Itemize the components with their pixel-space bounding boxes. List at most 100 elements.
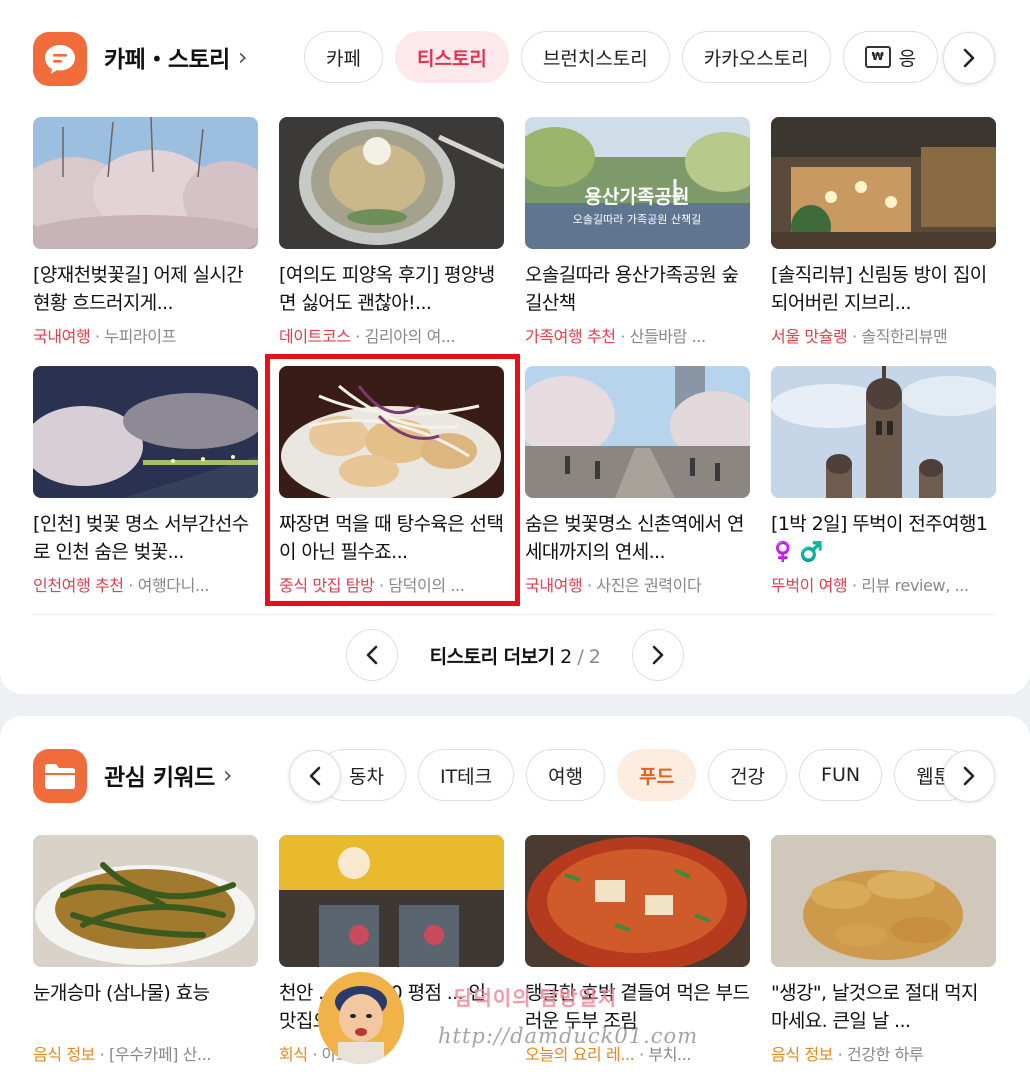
keyword-title: 천안 ... 스트 10 평점 ... 인 맛집으... xyxy=(279,982,486,1032)
pager-total: 2 xyxy=(588,645,601,668)
tabs-next-button[interactable] xyxy=(943,32,995,84)
keyword-source: 아보자 xyxy=(321,1045,365,1064)
tab-more[interactable]: ₩ 응 xyxy=(842,31,939,83)
pager-current: 2 xyxy=(560,645,572,668)
story-card[interactable]: [1박 2일] 뚜벅이 전주여행1 ♀️ ♂️ 뚜벅이 여행 · 리뷰 revi… xyxy=(771,366,996,596)
thumbnail-cafe-interior xyxy=(771,117,996,249)
story-meta: 가족여행 추천 · 산들바람 ... xyxy=(525,327,706,346)
story-category: 데이트코스 xyxy=(279,327,351,346)
keyword-title: 탱글한 호박 곁들여 먹은 부드러운 두부 조림 xyxy=(525,982,750,1032)
keyword-category: 음식 정보 xyxy=(771,1045,833,1064)
tab-cafe[interactable]: 카페 xyxy=(304,31,383,83)
keyword-meta: 회식 · 아보자 xyxy=(279,1045,365,1064)
thumbnail-namul-dish xyxy=(33,835,258,967)
story-card[interactable]: 용산가족공원 오솔길따라 가족공원 산책길 오솔길따라 용산가족공원 숲길산책 … xyxy=(525,117,750,347)
chevron-left-icon xyxy=(366,645,377,665)
story-title: 오솔길따라 용산가족공원 숲길산책 xyxy=(525,264,739,314)
tab-bar: 카페 티스토리 브런치스토리 카카오스토리 ₩ 응 xyxy=(304,31,964,87)
tab-more-label: 응 xyxy=(898,47,917,70)
story-title: [솔직리뷰] 신림동 방이 집이 되어버린 지브리... xyxy=(771,264,987,314)
pager-more-text: 티스토리 더보기 xyxy=(429,645,555,668)
pager-next-button[interactable] xyxy=(632,629,685,681)
tab-it-tech[interactable]: IT테크 xyxy=(417,749,515,801)
keyword-title: 눈개승마 (삼나물) 효능 xyxy=(33,982,210,1004)
story-meta: 데이트코스 · 김리아의 여... xyxy=(279,327,456,346)
pager-separator: / xyxy=(577,645,584,668)
pager: 티스토리 더보기 2 / 2 xyxy=(0,629,1030,681)
chevron-right-icon xyxy=(963,48,975,68)
chevron-left-icon xyxy=(309,766,321,786)
keyword-title: "생강", 날것으로 절대 먹지 마세요. 큰일 날 ... xyxy=(771,982,978,1032)
story-category: 서울 맛슐랭 xyxy=(771,327,848,346)
keyword-category: 오늘의 요리 레... xyxy=(525,1045,635,1064)
story-source: 김리아의 여... xyxy=(364,327,456,346)
story-card[interactable]: [양재천벚꽃길] 어제 실시간 현황 흐드러지게... 국내여행 · 누피라이프 xyxy=(33,117,258,347)
thumbnail-cathedral xyxy=(771,366,996,498)
chevron-right-icon xyxy=(963,766,975,786)
keyword-tab-bar: 동차 IT테크 여행 푸드 건강 FUN 웹툰 xyxy=(318,749,958,805)
story-source: 여행다니... xyxy=(137,576,210,595)
story-card[interactable]: [인천] 벚꽃 명소 서부간선수로 인천 숨은 벚꽃... 인천여행 추천 · … xyxy=(33,366,258,596)
keyword-source: 부치... xyxy=(648,1045,692,1064)
section-title-interest-keyword[interactable]: 관심 키워드 › xyxy=(104,758,232,792)
divider xyxy=(33,614,995,615)
keyword-tabs-prev-button[interactable] xyxy=(289,750,341,802)
story-card[interactable]: [여의도 피양옥 후기] 평양냉면 싫어도 괜찮아!... 데이트코스 · 김리… xyxy=(279,117,504,347)
story-meta: 서울 맛슐랭 · 솔직한리뷰맨 xyxy=(771,327,948,346)
story-category: 국내여행 xyxy=(525,576,583,595)
svg-text:오솔길따라 가족공원 산책길: 오솔길따라 가족공원 산책길 xyxy=(573,213,701,226)
tab-health[interactable]: 건강 xyxy=(708,749,788,801)
thumbnail-family-park: 용산가족공원 오솔길따라 가족공원 산책길 xyxy=(525,117,750,249)
story-source: 사진은 권력이다 xyxy=(596,576,702,595)
chevron-right-icon: › xyxy=(237,43,248,71)
story-card[interactable]: 숨은 벚꽃명소 신촌역에서 연세대까지의 연세... 국내여행 · 사진은 권력… xyxy=(525,366,750,596)
story-meta: 국내여행 · 사진은 권력이다 xyxy=(525,576,702,595)
story-category: 국내여행 xyxy=(33,327,91,346)
keyword-tabs-next-button[interactable] xyxy=(943,750,995,802)
keyword-card[interactable]: "생강", 날것으로 절대 먹지 마세요. 큰일 날 ... 음식 정보 · 건… xyxy=(771,835,996,1065)
thumbnail-cold-noodles xyxy=(279,117,504,249)
chat-bubble-icon xyxy=(33,32,87,86)
section-title-text: 관심 키워드 xyxy=(104,765,215,791)
story-source: 누피라이프 xyxy=(104,327,176,346)
keyword-card[interactable]: 천안 ... 스트 10 평점 ... 인 맛집으... 회식 · 아보자 xyxy=(279,835,504,1065)
tab-brunch-story[interactable]: 브런치스토리 xyxy=(520,31,670,83)
keyword-category: 음식 정보 xyxy=(33,1045,95,1064)
story-meta: 뚜벅이 여행 · 리뷰 review, ... xyxy=(771,576,969,595)
keyword-source: 건강한 하루 xyxy=(847,1045,924,1064)
folder-icon xyxy=(33,749,87,803)
thumbnail-restaurant-front xyxy=(279,835,504,967)
story-title: [1박 2일] 뚜벅이 전주여행1 ♀️ ♂️ xyxy=(771,513,988,563)
tab-travel[interactable]: 여행 xyxy=(526,749,606,801)
tab-tistory[interactable]: 티스토리 xyxy=(394,31,509,83)
story-title: [양재천벚꽃길] 어제 실시간 현황 흐드러지게... xyxy=(33,264,244,314)
chevron-right-icon: › xyxy=(222,761,233,789)
story-category: 가족여행 추천 xyxy=(525,327,616,346)
tab-food[interactable]: 푸드 xyxy=(617,749,697,801)
tab-kakao-story[interactable]: 카카오스토리 xyxy=(681,31,831,83)
keyword-card[interactable]: 눈개승마 (삼나물) 효능 음식 정보 · [우수카페] 산... xyxy=(33,835,258,1065)
svg-text:용산가족공원: 용산가족공원 xyxy=(585,186,690,208)
story-category: 인천여행 추천 xyxy=(33,576,124,595)
keyword-card[interactable]: 탱글한 호박 곁들여 먹은 부드러운 두부 조림 오늘의 요리 레... · 부… xyxy=(525,835,750,1065)
story-card[interactable]: [솔직리뷰] 신림동 방이 집이 되어버린 지브리... 서울 맛슐랭 · 솔직… xyxy=(771,117,996,347)
story-meta: 인천여행 추천 · 여행다니... xyxy=(33,576,210,595)
story-title: [인천] 벚꽃 명소 서부간선수로 인천 숨은 벚꽃... xyxy=(33,513,249,563)
pager-prev-button[interactable] xyxy=(345,629,398,681)
tab-fun[interactable]: FUN xyxy=(799,749,883,801)
keyword-meta: 오늘의 요리 레... · 부치... xyxy=(525,1045,692,1064)
pager-label[interactable]: 티스토리 더보기 2 / 2 xyxy=(430,642,601,669)
story-meta: 국내여행 · 누피라이프 xyxy=(33,327,176,346)
keyword-meta: 음식 정보 · 건강한 하루 xyxy=(771,1045,924,1064)
thumbnail-cherry-blossom-trees xyxy=(33,117,258,249)
story-source: 리뷰 review, ... xyxy=(861,576,969,595)
story-title: [여의도 피양옥 후기] 평양냉면 싫어도 괜찮아!... xyxy=(279,264,495,314)
thumbnail-night-blossom xyxy=(33,366,258,498)
thumbnail-braised-tofu xyxy=(525,835,750,967)
section-title-text: 카페・스토리 xyxy=(104,47,230,73)
thumbnail-sinchon-street xyxy=(525,366,750,498)
news-icon: ₩ xyxy=(864,46,891,68)
keyword-category: 회식 xyxy=(279,1045,308,1064)
section-title-cafe-story[interactable]: 카페・스토리 › xyxy=(104,40,247,74)
chevron-right-icon xyxy=(653,645,664,665)
